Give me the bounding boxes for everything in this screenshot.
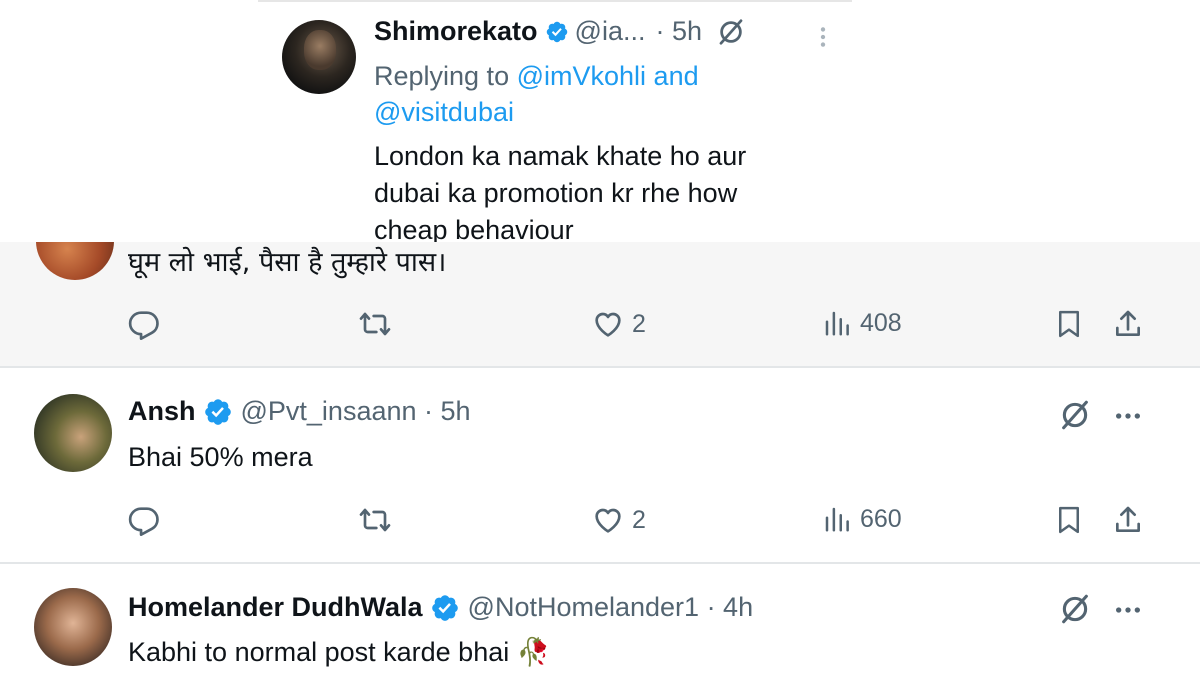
reply-header: Homelander DudhWala @NotHomelander1 · 4h [128,592,753,623]
action-bar: 2 660 [0,504,1200,544]
mention-link[interactable]: @visitdubai [374,97,514,127]
avatar[interactable] [282,20,356,94]
share-icon [1112,308,1144,340]
bookmark-button[interactable] [1054,308,1084,340]
author-name[interactable]: Ansh [128,396,196,427]
author-handle-time[interactable]: @NotHomelander1 · 4h [468,592,754,623]
author-name[interactable]: Homelander DudhWala [128,592,423,623]
reply-button[interactable] [128,504,160,536]
reply-header: Shimorekato @ia... · 5h [374,16,746,47]
post-text: घूम लो भाई, पैसा है तुम्हारे पास। [128,247,447,278]
like-button[interactable]: 2 [592,308,646,340]
verified-badge-icon [430,593,460,623]
retweet-button[interactable] [358,504,392,536]
author-handle-time[interactable]: @Pvt_insaann · 5h [241,396,471,427]
reply-icon [128,308,160,340]
view-count: 660 [860,504,902,533]
bookmark-icon [1054,308,1084,340]
author-handle[interactable]: @ia... [575,16,646,47]
share-icon [1112,504,1144,536]
post-time[interactable]: · 5h [655,16,702,47]
wilted-rose-emoji: 🥀 [516,637,551,668]
reply-header: Ansh @Pvt_insaann · 5h [128,396,471,427]
replying-prefix: Replying to [374,61,510,91]
reply-hindi[interactable]: घूम लो भाई, पैसा है तुम्हारे पास। 2 408 [0,242,1200,368]
avatar[interactable] [36,242,114,280]
reply-ansh[interactable]: Ansh @Pvt_insaann · 5h Bhai 50% mera 2 6… [0,370,1200,562]
reply-homelander[interactable]: Homelander DudhWala @NotHomelander1 · 4h… [0,564,1200,675]
grok-icon[interactable] [1058,592,1092,626]
verified-badge-icon [545,20,569,44]
reply-button[interactable] [128,308,160,340]
like-button[interactable]: 2 [592,504,646,536]
grok-icon[interactable] [1058,398,1092,432]
post-text: London ka namak khate ho aur dubai ka pr… [374,141,747,245]
views-button[interactable]: 660 [822,504,902,534]
bookmark-button[interactable] [1054,504,1084,536]
share-button[interactable] [1112,504,1144,536]
more-icon[interactable] [1112,594,1144,626]
post-text-content: Kabhi to normal post karde bhai [128,637,510,667]
mention-link[interactable]: @imVkohli and [517,61,699,91]
more-icon[interactable] [810,24,836,50]
view-count: 408 [860,308,902,337]
replying-to: Replying to @imVkohli and @visitdubai [374,58,794,130]
views-icon [822,504,852,534]
post-text: Bhai 50% mera [128,442,313,472]
more-icon[interactable] [1112,400,1144,432]
share-button[interactable] [1112,308,1144,340]
like-count: 2 [632,505,646,534]
retweet-icon [358,308,392,340]
reply-shimorekato[interactable]: Shimorekato @ia... · 5h Replying to @imV… [258,0,852,245]
views-icon [822,308,852,338]
like-icon [592,504,624,536]
verified-badge-icon [203,397,233,427]
avatar[interactable] [34,394,112,472]
avatar[interactable] [34,588,112,666]
author-name[interactable]: Shimorekato [374,16,538,47]
views-button[interactable]: 408 [822,308,902,338]
post-text: Kabhi to normal post karde bhai 🥀 [128,636,550,668]
like-icon [592,308,624,340]
action-bar: 2 408 [0,308,1200,348]
retweet-icon [358,504,392,536]
reply-icon [128,504,160,536]
grok-icon[interactable] [716,17,746,47]
bookmark-icon [1054,504,1084,536]
retweet-button[interactable] [358,308,392,340]
like-count: 2 [632,309,646,338]
